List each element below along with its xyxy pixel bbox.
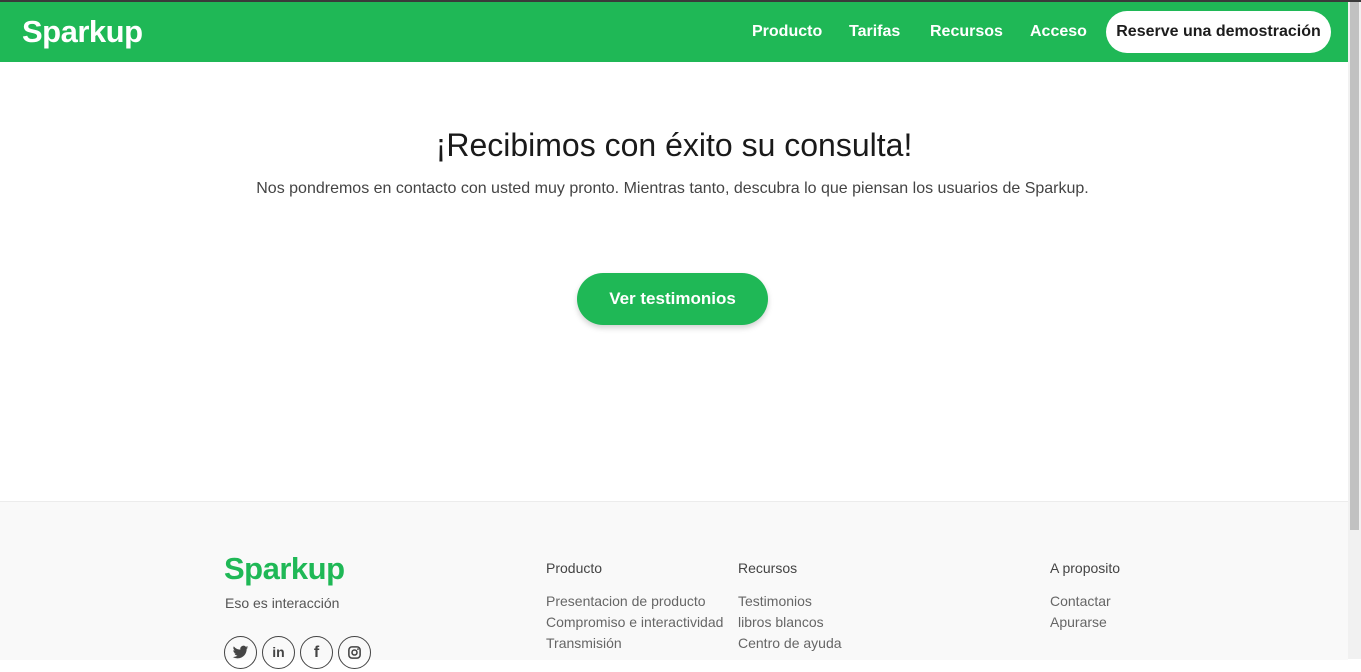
footer-logo[interactable]: Sparkup — [224, 551, 345, 587]
top-navbar: Sparkup Producto Tarifas Recursos Acceso… — [0, 2, 1348, 62]
twitter-icon[interactable] — [224, 636, 257, 669]
footer-link[interactable]: Compromiso e interactividad — [546, 614, 723, 630]
footer-link[interactable]: Contactar — [1050, 593, 1111, 609]
nav-producto[interactable]: Producto — [752, 22, 822, 42]
instagram-icon[interactable] — [338, 636, 371, 669]
view-testimonials-button[interactable]: Ver testimonios — [577, 273, 768, 325]
footer-link[interactable]: Transmisión — [546, 635, 622, 651]
vertical-scrollbar[interactable] — [1348, 2, 1361, 659]
linkedin-icon[interactable]: in — [262, 636, 295, 669]
footer-link[interactable]: Centro de ayuda — [738, 635, 842, 651]
nav-tarifas[interactable]: Tarifas — [849, 22, 900, 42]
footer-link[interactable]: libros blancos — [738, 614, 824, 630]
footer-col-producto-title: Producto — [546, 560, 603, 576]
footer-link[interactable]: Apurarse — [1050, 614, 1107, 630]
page-subtitle: Nos pondremos en contacto con usted muy … — [256, 180, 1089, 197]
footer-link[interactable]: Presentacion de producto — [546, 593, 706, 609]
footer-col-recursos-title: Recursos — [738, 560, 798, 576]
book-demo-button[interactable]: Reserve una demostración — [1106, 11, 1331, 53]
page-title: ¡Recibimos con éxito su consulta! — [435, 127, 913, 163]
footer-logo-text: Sparkup — [224, 551, 345, 586]
nav-acceso[interactable]: Acceso — [1030, 22, 1087, 42]
scrollbar-thumb[interactable] — [1350, 2, 1359, 530]
facebook-icon[interactable]: f — [300, 636, 333, 669]
footer-link[interactable]: Testimonios — [738, 593, 812, 609]
footer-col-about-title: A proposito — [1050, 560, 1121, 576]
footer: Sparkup Eso es interacción in f Producto… — [0, 501, 1348, 669]
footer-tagline: Eso es interacción — [225, 595, 340, 611]
nav-recursos[interactable]: Recursos — [930, 22, 1003, 42]
